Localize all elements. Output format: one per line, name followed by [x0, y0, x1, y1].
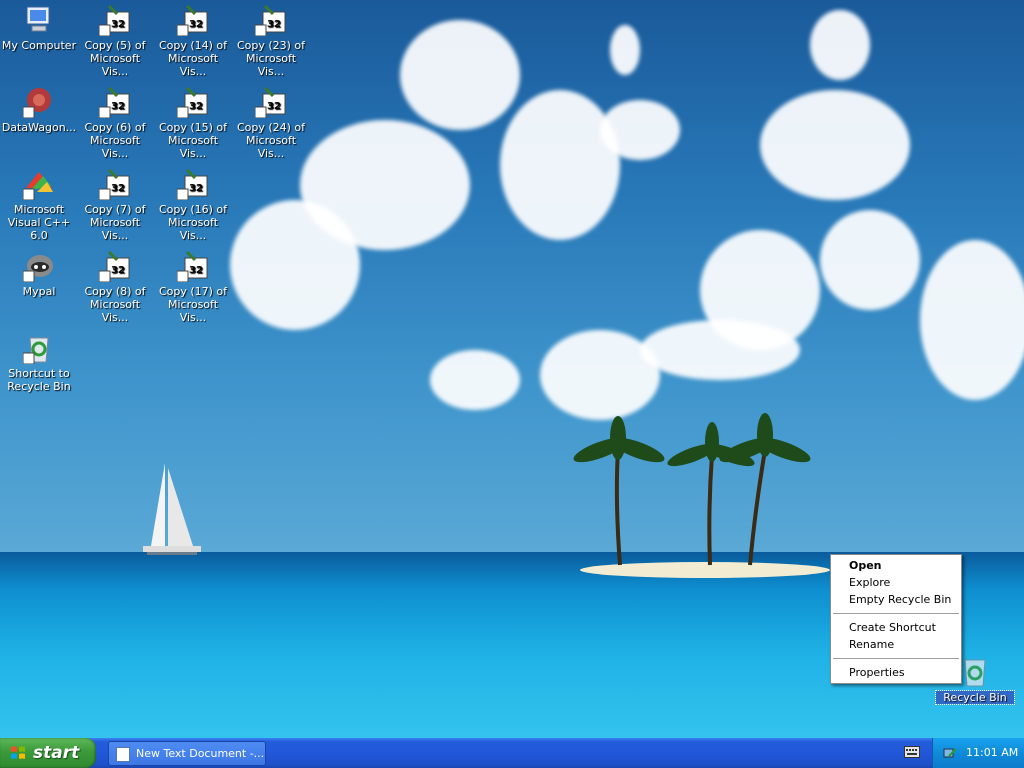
win32-shortcut-icon: 32 [98, 250, 131, 283]
win32-shortcut-icon: 32 [176, 250, 209, 283]
recycle-bin-icon [959, 656, 991, 688]
icon-label: DataWagon... [1, 121, 77, 134]
svg-text:32: 32 [111, 265, 125, 276]
icon-label: My Computer [1, 39, 77, 52]
context-menu: Open Explore Empty Recycle Bin Create Sh… [830, 554, 962, 684]
taskbar: start New Text Document -... 11:01 AM [0, 738, 1024, 768]
desktop-icon-copy-16[interactable]: 32 Copy (16) of Microsoft Vis... [154, 168, 232, 242]
desktop-icon-copy-24[interactable]: 32 Copy (24) of Microsoft Vis... [232, 86, 310, 160]
datawagon-icon [22, 86, 55, 119]
icon-label: Recycle Bin [935, 690, 1015, 705]
desktop-icon-visual-cpp[interactable]: Microsoft Visual C++ 6.0 [0, 168, 78, 242]
menu-item-properties[interactable]: Properties [831, 664, 961, 681]
desktop-icon-copy-15[interactable]: 32 Copy (15) of Microsoft Vis... [154, 86, 232, 160]
icon-label: Copy (16) of Microsoft Vis... [158, 203, 228, 242]
menu-separator [833, 613, 959, 614]
svg-text:32: 32 [267, 101, 281, 112]
desktop-icon-my-computer[interactable]: My Computer [0, 4, 78, 52]
recycle-bin-shortcut-icon [22, 332, 55, 365]
windows-logo-icon [11, 746, 25, 759]
start-label: start [33, 743, 80, 763]
visual-cpp-icon [22, 168, 55, 201]
menu-item-create-shortcut[interactable]: Create Shortcut [831, 619, 961, 636]
menu-item-rename[interactable]: Rename [831, 636, 961, 653]
icon-label: Microsoft Visual C++ 6.0 [7, 203, 71, 242]
desktop-icon-mypal[interactable]: Mypal [0, 250, 78, 298]
desktop-icon-shortcut-recycle-bin[interactable]: Shortcut to Recycle Bin [0, 332, 78, 393]
palm-trees-graphic [573, 413, 811, 566]
win32-shortcut-icon: 32 [254, 4, 287, 37]
svg-text:32: 32 [189, 101, 203, 112]
taskbar-button-notepad[interactable]: New Text Document -... [108, 741, 266, 766]
desktop-icon-copy-17[interactable]: 32 Copy (17) of Microsoft Vis... [154, 250, 232, 324]
desktop-icon-copy-5[interactable]: 32 Copy (5) of Microsoft Vis... [76, 4, 154, 78]
mypal-icon [22, 250, 55, 283]
icon-label: Copy (17) of Microsoft Vis... [158, 285, 228, 324]
svg-text:32: 32 [267, 19, 281, 30]
desktop-icon-copy-23[interactable]: 32 Copy (23) of Microsoft Vis... [232, 4, 310, 78]
svg-text:32: 32 [111, 19, 125, 30]
win32-shortcut-icon: 32 [98, 4, 131, 37]
clock[interactable]: 11:01 AM [966, 738, 1018, 768]
icon-label: Copy (14) of Microsoft Vis... [158, 39, 228, 78]
keyboard-icon[interactable] [904, 746, 920, 758]
svg-text:32: 32 [189, 265, 203, 276]
win32-shortcut-icon: 32 [98, 168, 131, 201]
system-tray: 11:01 AM [932, 738, 1024, 768]
icon-label: Copy (7) of Microsoft Vis... [84, 203, 146, 242]
win32-shortcut-icon: 32 [176, 4, 209, 37]
network-tray-icon[interactable] [943, 746, 957, 760]
icon-label: Copy (5) of Microsoft Vis... [84, 39, 146, 78]
win32-shortcut-icon: 32 [98, 86, 131, 119]
icon-label: Copy (15) of Microsoft Vis... [158, 121, 228, 160]
desktop-icon-copy-6[interactable]: 32 Copy (6) of Microsoft Vis... [76, 86, 154, 160]
desktop-icon-copy-7[interactable]: 32 Copy (7) of Microsoft Vis... [76, 168, 154, 242]
menu-item-explore[interactable]: Explore [831, 574, 961, 591]
menu-item-open[interactable]: Open [831, 557, 961, 574]
menu-separator [833, 658, 959, 659]
icon-label: Copy (23) of Microsoft Vis... [236, 39, 306, 78]
win32-shortcut-icon: 32 [176, 86, 209, 119]
svg-text:32: 32 [189, 183, 203, 194]
icon-label: Mypal [22, 285, 56, 298]
desktop-icon-datawagon[interactable]: DataWagon... [0, 86, 78, 134]
sailboat-graphic [143, 463, 201, 555]
menu-item-empty-recycle-bin[interactable]: Empty Recycle Bin [831, 591, 961, 608]
desktop-icon-copy-8[interactable]: 32 Copy (8) of Microsoft Vis... [76, 250, 154, 324]
my-computer-icon [23, 4, 55, 36]
win32-shortcut-icon: 32 [254, 86, 287, 119]
icon-label: Copy (24) of Microsoft Vis... [236, 121, 306, 160]
svg-text:32: 32 [189, 19, 203, 30]
taskbar-button-label: New Text Document -... [136, 747, 265, 760]
icon-label: Copy (6) of Microsoft Vis... [84, 121, 146, 160]
notepad-icon [116, 747, 130, 762]
icon-label: Shortcut to Recycle Bin [7, 367, 71, 393]
start-button[interactable]: start [0, 738, 96, 768]
icon-label: Copy (8) of Microsoft Vis... [84, 285, 146, 324]
desktop-icon-copy-14[interactable]: 32 Copy (14) of Microsoft Vis... [154, 4, 232, 78]
svg-text:32: 32 [111, 101, 125, 112]
win32-shortcut-icon: 32 [176, 168, 209, 201]
svg-text:32: 32 [111, 183, 125, 194]
